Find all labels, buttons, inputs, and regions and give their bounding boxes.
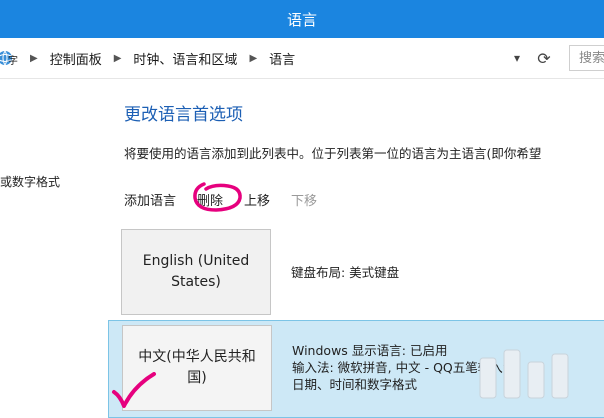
- language-detail: 日期、时间和数字格式: [292, 377, 418, 392]
- breadcrumb-language[interactable]: 语言: [269, 49, 295, 68]
- language-tile[interactable]: English (United States): [121, 229, 271, 315]
- chevron-right-icon: ▶: [249, 52, 258, 64]
- breadcrumb-clock-language-region[interactable]: 时钟、语言和区域: [133, 49, 237, 68]
- refresh-icon[interactable]: ⟳: [532, 46, 556, 70]
- search-input[interactable]: 搜索: [569, 45, 604, 71]
- language-row-chinese[interactable]: 中文(中华人民共和国) Windows 显示语言: 已启用 输入法: 微软拼音,…: [108, 320, 604, 418]
- language-row-english[interactable]: English (United States) 键盘布局: 美式键盘: [108, 222, 604, 320]
- page-title: 更改语言首选项: [124, 105, 243, 125]
- language-details: Windows 显示语言: 已启用 输入法: 微软拼音, 中文 - QQ五笔输入…: [292, 342, 515, 393]
- window-titlebar: 语言: [0, 0, 604, 38]
- remove-button[interactable]: 删除: [197, 190, 223, 209]
- language-detail: Windows 显示语言: 已启用: [292, 343, 448, 358]
- language-detail: 键盘布局: 美式键盘: [291, 265, 400, 280]
- chevron-right-icon: ▶: [30, 52, 38, 64]
- sidebar-link-formats[interactable]: 或数字格式: [0, 173, 60, 190]
- language-name: English (United States): [142, 253, 250, 290]
- add-language-button[interactable]: 添加语言: [124, 190, 176, 209]
- breadcrumb-control-panel[interactable]: 控制面板: [50, 49, 102, 68]
- language-detail: 输入法: 微软拼音, 中文 - QQ五笔输入法: [292, 360, 516, 375]
- language-details: 键盘布局: 美式键盘: [291, 262, 399, 281]
- chevron-down-icon[interactable]: ▾: [505, 46, 529, 70]
- breadcrumb: 字 ▶ 控制面板 ▶ 时钟、语言和区域 ▶ 语言: [0, 38, 555, 78]
- address-bar[interactable]: 字 ▶ 控制面板 ▶ 时钟、语言和区域 ▶ 语言 ▾ ⟳ 搜索: [0, 38, 604, 79]
- globe-icon: 字: [0, 47, 18, 69]
- language-name: 中文(中华人民共和国): [138, 349, 256, 386]
- language-tile[interactable]: 中文(中华人民共和国): [122, 325, 272, 411]
- move-up-button[interactable]: 上移: [244, 190, 270, 209]
- window-title: 语言: [286, 10, 317, 29]
- page-description: 将要使用的语言添加到此列表中。位于列表第一位的语言为主语言(即你希望: [124, 146, 542, 161]
- chevron-right-icon: ▶: [113, 52, 122, 64]
- search-placeholder: 搜索: [579, 51, 604, 66]
- svg-text:字: 字: [8, 54, 18, 67]
- move-down-button: 下移: [291, 194, 318, 209]
- language-toolbar: 添加语言 删除 上移 下移: [124, 190, 338, 209]
